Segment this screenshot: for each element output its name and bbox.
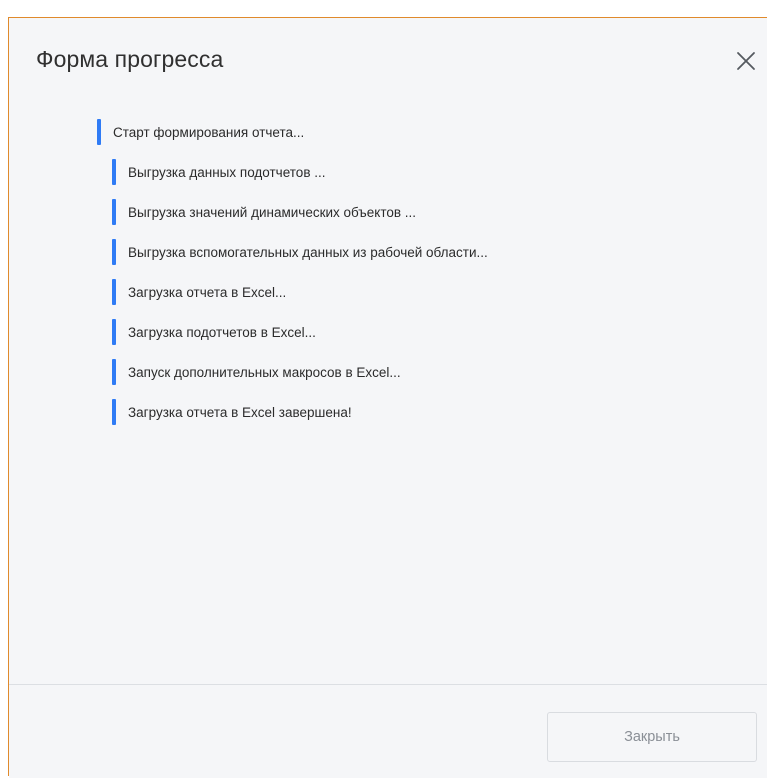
log-item-text: Старт формирования отчета... — [113, 124, 305, 140]
log-item: Загрузка подотчетов в Excel... — [112, 319, 488, 345]
log-item-text: Выгрузка вспомогательных данных из рабоч… — [128, 244, 488, 260]
log-item-marker — [112, 199, 116, 225]
log-item-text: Загрузка подотчетов в Excel... — [128, 324, 316, 340]
log-item-marker — [112, 239, 116, 265]
dialog-footer: Закрыть — [9, 684, 767, 778]
progress-log: Старт формирования отчета... Выгрузка да… — [97, 119, 488, 439]
log-item: Выгрузка вспомогательных данных из рабоч… — [112, 239, 488, 265]
log-item-text: Запуск дополнительных макросов в Excel..… — [128, 364, 401, 380]
close-icon — [737, 52, 755, 70]
log-item-marker — [112, 359, 116, 385]
close-dialog-button[interactable]: Закрыть — [547, 712, 757, 762]
dialog-header: Форма прогресса — [9, 18, 767, 106]
log-item-marker — [97, 119, 101, 145]
progress-dialog: Форма прогресса Старт формирования отчет… — [8, 17, 767, 778]
log-item-marker — [112, 279, 116, 305]
log-item: Выгрузка данных подотчетов ... — [112, 159, 488, 185]
log-item-marker — [112, 159, 116, 185]
dialog-title: Форма прогресса — [36, 46, 224, 72]
log-item-marker — [112, 399, 116, 425]
log-item: Выгрузка значений динамических объектов … — [112, 199, 488, 225]
log-item-marker — [112, 319, 116, 345]
log-item: Загрузка отчета в Excel... — [112, 279, 488, 305]
log-item: Старт формирования отчета... — [97, 119, 488, 145]
log-item: Загрузка отчета в Excel завершена! — [112, 399, 488, 425]
log-item: Запуск дополнительных макросов в Excel..… — [112, 359, 488, 385]
log-item-text: Загрузка отчета в Excel... — [128, 284, 287, 300]
log-item-text: Выгрузка значений динамических объектов … — [128, 204, 417, 220]
log-item-text: Выгрузка данных подотчетов ... — [128, 164, 326, 180]
close-button[interactable] — [731, 46, 761, 76]
log-item-text: Загрузка отчета в Excel завершена! — [128, 404, 352, 420]
